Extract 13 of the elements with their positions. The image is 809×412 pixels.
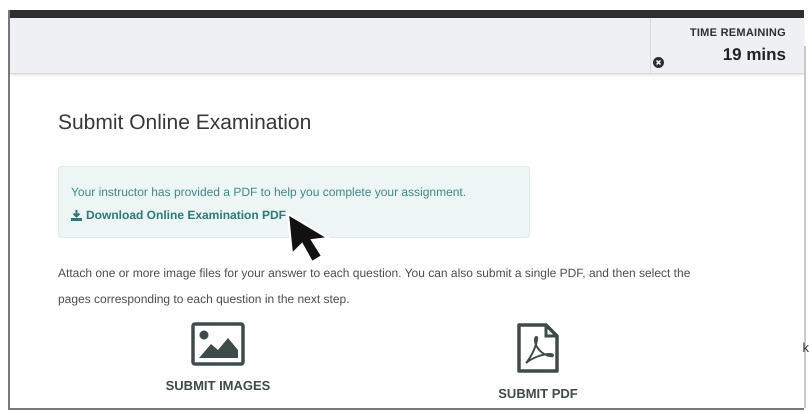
download-link[interactable]: Download Online Examination PDF [71, 206, 286, 224]
download-icon [71, 210, 82, 220]
submit-option[interactable]: SUBMIT IMAGES [58, 322, 378, 404]
pdf-file-icon [516, 322, 560, 374]
instructions-text: Attach one or more image files for your answer to each question. You can also submit a single PDF, and then select the pages corresponding to each question in the next step. [58, 265, 692, 308]
close-icon[interactable] [653, 57, 664, 68]
notice-text: Your instructor has provided a PDF to help you complete your assignment. [71, 184, 468, 201]
image-icon [191, 322, 245, 366]
submit-option[interactable]: SUBMIT PDF [378, 322, 698, 404]
edge-text: k [802, 339, 809, 357]
timer-value: 19 mins [722, 44, 786, 65]
page-title: Submit Online Examination [58, 112, 312, 133]
timer-label: TIME REMAINING [690, 26, 786, 41]
